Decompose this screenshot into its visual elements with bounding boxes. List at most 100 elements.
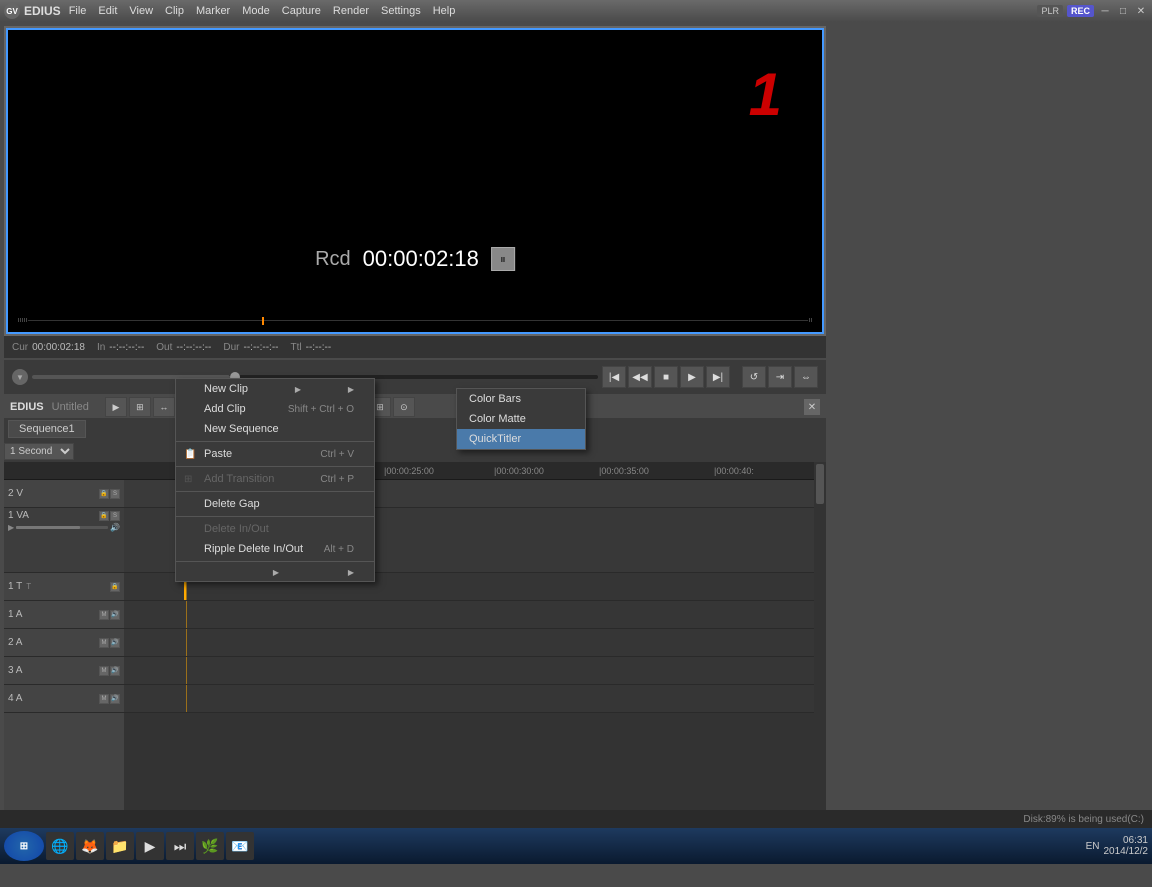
track-label-3a: 3 A M 🔊 — [4, 657, 124, 685]
cur-value: 00:00:02:18 — [32, 342, 85, 353]
ctx-new-clip[interactable]: New Clip ▶ — [176, 379, 374, 399]
track-1a-mute[interactable]: M — [99, 610, 109, 620]
ctx-new-clip-label: New Clip — [204, 383, 248, 395]
menu-marker[interactable]: Marker — [196, 5, 230, 17]
menu-file[interactable]: File — [69, 5, 87, 17]
taskbar-clock: 06:31 2014/12/2 — [1104, 835, 1149, 857]
ctx-sep-1 — [176, 441, 374, 442]
menu-capture[interactable]: Capture — [282, 5, 321, 17]
btn-sync[interactable]: ⇔ — [794, 366, 818, 388]
app-name: EDIUS — [24, 4, 61, 18]
track-2a-vol[interactable]: 🔊 — [110, 638, 120, 648]
ruler-mark-5: |00:00:35:00 — [599, 466, 649, 476]
track-1a-vol[interactable]: 🔊 — [110, 610, 120, 620]
track-label-2v: 2 V 🔒 S — [4, 480, 124, 508]
menu-render[interactable]: Render — [333, 5, 369, 17]
menu-help[interactable]: Help — [433, 5, 456, 17]
ctx-delete-gap[interactable]: Delete Gap — [176, 494, 374, 514]
track-3a-vol[interactable]: 🔊 — [110, 666, 120, 676]
ctx-ripple-delete-label: Ripple Delete In/Out — [204, 543, 303, 555]
sub-color-matte[interactable]: Color Matte — [457, 409, 585, 429]
timeline-tracks-container: 2 V 🔒 S 1 VA 🔒 S — [4, 462, 826, 852]
ctx-new-sequence[interactable]: New Sequence — [176, 419, 374, 439]
start-button[interactable]: ⊞ — [4, 831, 44, 861]
track-labels: 2 V 🔒 S 1 VA 🔒 S — [4, 462, 124, 852]
ctx-add-clip[interactable]: Add Clip Shift + Ctrl + O — [176, 399, 374, 419]
btn-loop[interactable]: ↺ — [742, 366, 766, 388]
track-4a-name: 4 A — [8, 693, 22, 704]
cursor-line-3a — [186, 657, 187, 684]
ctx-add-transition-label: Add Transition — [204, 473, 274, 485]
track-1va-lock[interactable]: 🔒 — [99, 511, 109, 521]
menu-edit[interactable]: Edit — [98, 5, 117, 17]
track-3a-mute[interactable]: M — [99, 666, 109, 676]
edius2-titlebar: EDIUS Untitled ▶ ⊞ ↔ ✂ ⌷ ⊡ ⊠ T 🎤 ⊞ ≡ ⊞ ⊙… — [4, 396, 826, 418]
in-label: In — [97, 342, 105, 353]
taskbar-icon-7[interactable]: 📧 — [226, 832, 254, 860]
app-logo: GV EDIUS — [4, 3, 61, 19]
transition-icon: ⊞ — [184, 474, 192, 485]
taskbar-lang: EN — [1086, 841, 1100, 852]
taskbar-icon-3[interactable]: 📁 — [106, 832, 134, 860]
rcd-label: Rcd — [315, 248, 351, 271]
transport-marker[interactable]: ▼ — [12, 369, 28, 385]
timeline-scale-bar: 1 Second — [4, 440, 826, 462]
track-4a-mute[interactable]: M — [99, 694, 109, 704]
ruler-mark-4: |00:00:30:00 — [494, 466, 544, 476]
ctx-ripple-shortcut: Alt + D — [324, 544, 354, 555]
maximize-button[interactable]: □ — [1116, 4, 1130, 18]
ctx-paste[interactable]: 📋 Paste Ctrl + V — [176, 444, 374, 464]
menu-clip[interactable]: Clip — [165, 5, 184, 17]
taskbar-icon-5[interactable]: ⏭ — [166, 832, 194, 860]
track-1t-lock[interactable]: 🔒 — [110, 582, 120, 592]
track-2v-sync[interactable]: S — [110, 489, 120, 499]
cur-label: Cur — [12, 342, 28, 353]
minimize-button[interactable]: ─ — [1098, 4, 1112, 18]
track-label-4a: 4 A M 🔊 — [4, 685, 124, 713]
ctx-select[interactable]: ▶ — [176, 564, 374, 581]
track-2v-lock[interactable]: 🔒 — [99, 489, 109, 499]
sub-color-bars[interactable]: Color Bars — [457, 389, 585, 409]
tool-btn-1[interactable]: ▶ — [105, 397, 127, 417]
btn-play[interactable]: ▶ — [680, 366, 704, 388]
scale-select[interactable]: 1 Second — [4, 443, 74, 460]
ctx-ripple-delete[interactable]: Ripple Delete In/Out Alt + D — [176, 539, 374, 559]
ctx-delete-inout: Delete In/Out — [176, 519, 374, 539]
plr-badge: PLR — [1037, 5, 1063, 17]
in-timecode: In --:--:--:-- — [97, 342, 144, 353]
menu-mode[interactable]: Mode — [242, 5, 270, 17]
ctx-add-transition: ⊞ Add Transition Ctrl + P — [176, 469, 374, 489]
btn-play-rev[interactable]: ◀◀ — [628, 366, 652, 388]
taskbar-icon-4[interactable]: ▶ — [136, 832, 164, 860]
preview-ruler — [18, 318, 812, 322]
sequence-tab[interactable]: Sequence1 — [8, 420, 86, 438]
track-1va-sync[interactable]: S — [110, 511, 120, 521]
taskbar-icon-6[interactable]: 🌿 — [196, 832, 224, 860]
track-4a-vol[interactable]: 🔊 — [110, 694, 120, 704]
taskbar-right: EN 06:31 2014/12/2 — [1086, 835, 1148, 857]
taskbar-icon-1[interactable]: 🌐 — [46, 832, 74, 860]
track-scrollbar-v[interactable] — [814, 462, 826, 852]
track-row-4a — [124, 685, 814, 713]
ctx-paste-label: Paste — [204, 448, 232, 460]
ctx-sep-2 — [176, 466, 374, 467]
title-bar-right: PLR REC ─ □ ✕ — [1037, 4, 1148, 18]
pause-button[interactable]: ⏸ — [491, 247, 515, 271]
btn-next-mark[interactable]: ▶| — [706, 366, 730, 388]
tool-btn-13[interactable]: ⊙ — [393, 397, 415, 417]
tool-btn-3[interactable]: ↔ — [153, 397, 175, 417]
btn-match-frame[interactable]: ⇥ — [768, 366, 792, 388]
btn-prev-mark[interactable]: |◀ — [602, 366, 626, 388]
menu-settings[interactable]: Settings — [381, 5, 421, 17]
tool-btn-2[interactable]: ⊞ — [129, 397, 151, 417]
close-button[interactable]: ✕ — [1134, 4, 1148, 18]
ctx-add-clip-label: Add Clip — [204, 403, 246, 415]
menu-view[interactable]: View — [129, 5, 153, 17]
taskbar-icon-2[interactable]: 🦊 — [76, 832, 104, 860]
edius2-close[interactable]: ✕ — [804, 399, 820, 415]
ttl-label: Ttl — [291, 342, 302, 353]
track-2a-mute[interactable]: M — [99, 638, 109, 648]
ctx-sep-4 — [176, 516, 374, 517]
btn-stop[interactable]: ■ — [654, 366, 678, 388]
sub-quicktitler[interactable]: QuickTitler — [457, 429, 585, 449]
